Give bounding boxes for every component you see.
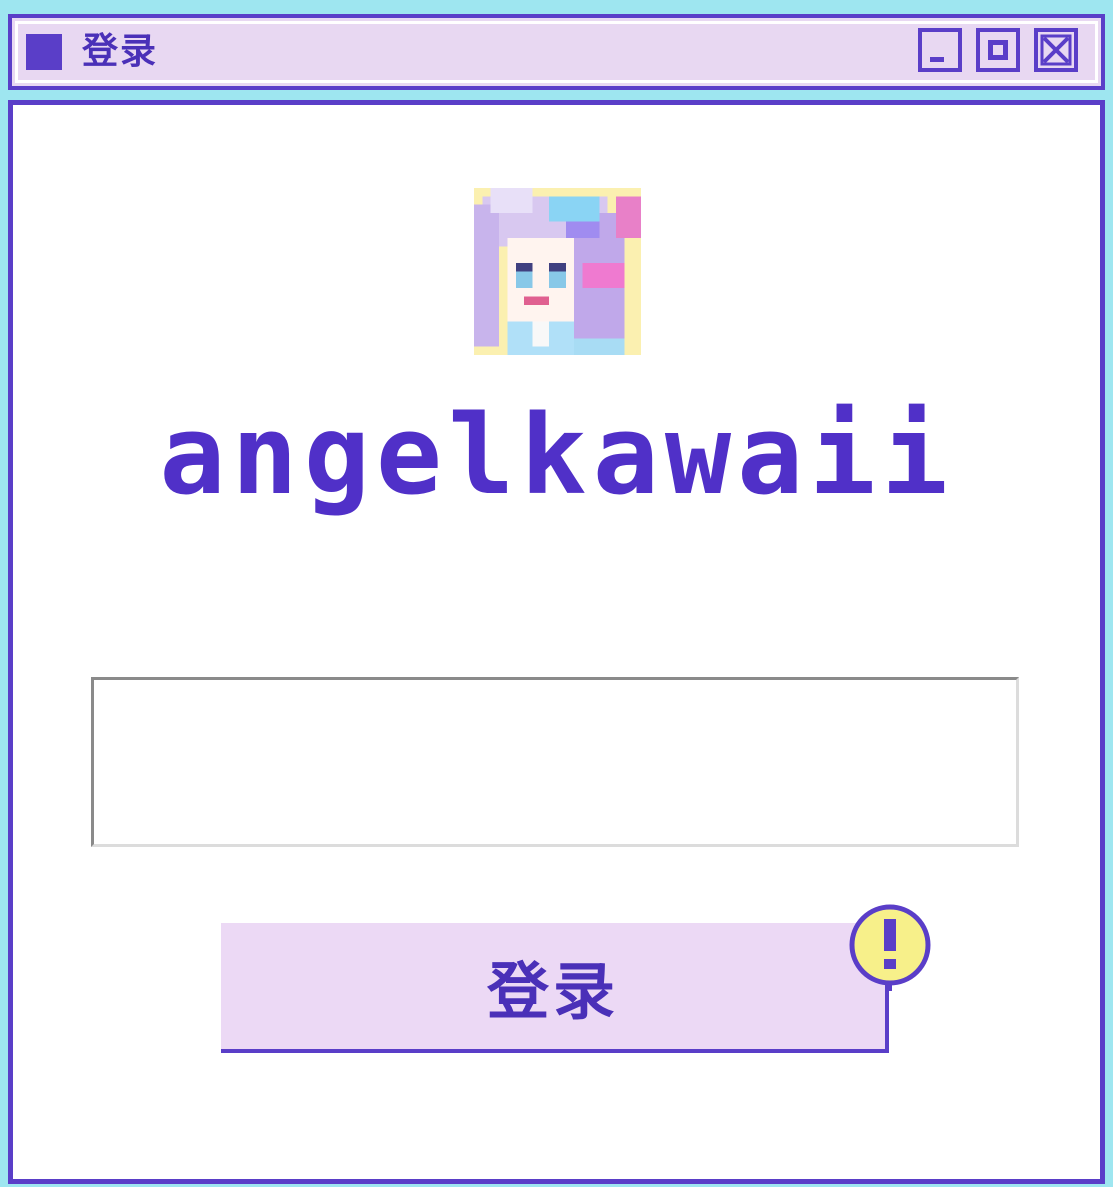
maximize-button[interactable]: [976, 28, 1020, 72]
password-input[interactable]: [91, 677, 1019, 847]
window-title: 登录: [82, 31, 159, 72]
avatar: [474, 188, 641, 355]
app-icon: [26, 34, 62, 70]
minimize-button[interactable]: [918, 28, 962, 72]
login-panel: angelkawaii 登录: [5, 97, 1108, 1187]
exclamation-icon: [849, 904, 931, 991]
minimize-icon: [930, 57, 944, 62]
title-bar[interactable]: 登录: [8, 14, 1105, 90]
login-window: 登录 angelkawaii 登录: [0, 0, 1113, 1187]
login-button[interactable]: 登录: [221, 923, 889, 1053]
close-icon: [1040, 34, 1072, 66]
maximize-icon: [988, 40, 1008, 60]
close-button[interactable]: [1034, 28, 1078, 72]
username-label: angelkawaii: [159, 391, 954, 519]
